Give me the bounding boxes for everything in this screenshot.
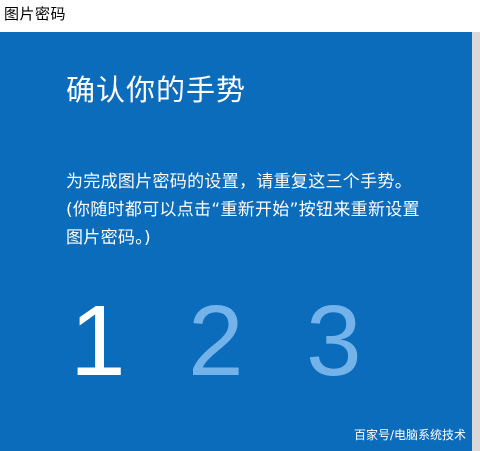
page-heading: 确认你的手势 [66, 73, 247, 107]
gesture-step-3: 3 [306, 285, 362, 397]
window-titlebar: 图片密码 [0, 0, 480, 32]
window-title: 图片密码 [4, 5, 67, 23]
watermark-text: 百家号/电脑系统技术 [353, 428, 466, 442]
instruction-text: 为完成图片密码的设置，请重复这三个手势。(你随时都可以点击“重新开始”按钮来重新… [66, 172, 420, 248]
gesture-step-1: 1 [70, 285, 126, 397]
window-edge [472, 32, 480, 451]
gesture-step-2: 2 [188, 285, 244, 397]
